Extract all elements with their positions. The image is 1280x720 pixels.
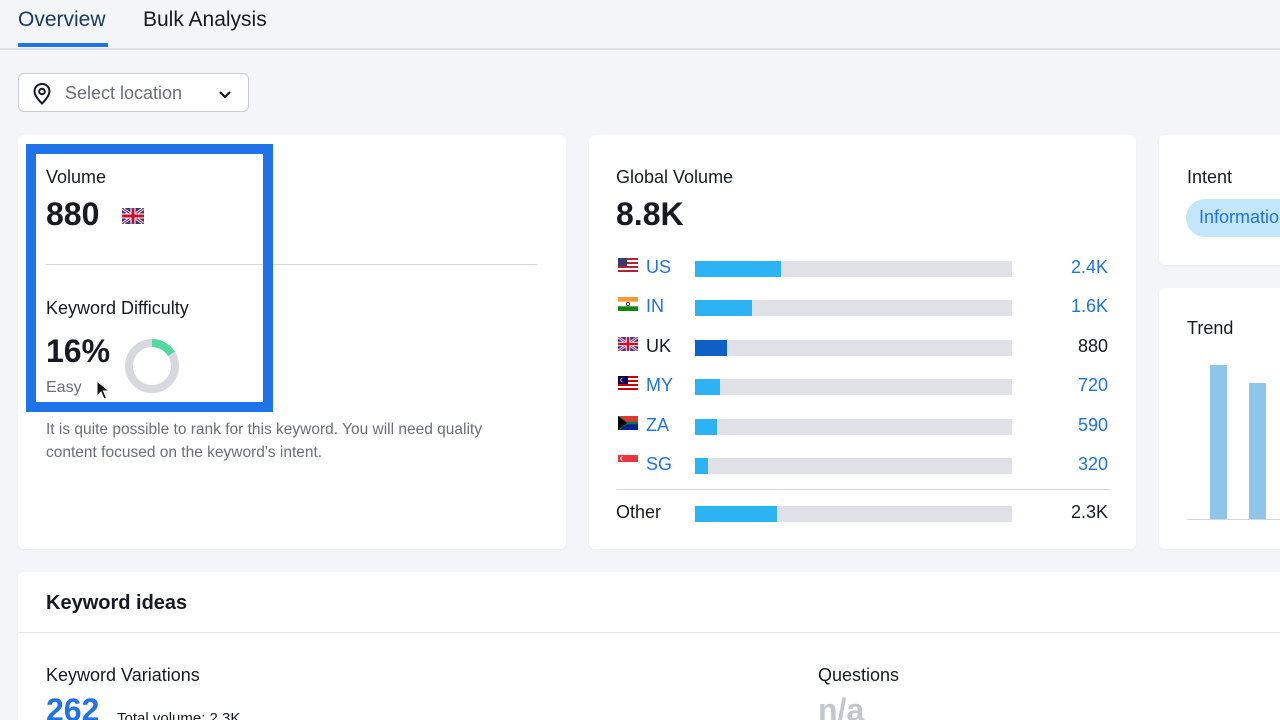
country-row-other: Other 2.3K — [616, 501, 1111, 525]
divider — [18, 632, 1280, 633]
india-flag-icon — [618, 297, 638, 316]
tab-overview[interactable]: Overview — [18, 8, 108, 47]
keyword-ideas-card: Keyword ideas Keyword Variations 262 Tot… — [18, 572, 1280, 720]
trend-baseline — [1187, 519, 1280, 520]
mouse-cursor-icon — [96, 379, 111, 405]
uk-flag-icon — [617, 335, 639, 356]
volume-kd-card: Volume 880 Keyword Difficulty 16% Easy I… — [18, 135, 566, 549]
global-volume-label: Global Volume — [616, 167, 734, 187]
trend-bar[interactable] — [1249, 383, 1266, 519]
kd-description: It is quite possible to rank for this ke… — [46, 421, 482, 461]
chevron-down-icon — [218, 87, 232, 105]
volume-value: 880 — [46, 196, 100, 232]
country-volume[interactable]: 720 — [1078, 375, 1108, 396]
location-pin-icon — [33, 82, 51, 110]
country-row-in[interactable]: IN 1.6K — [616, 295, 1111, 319]
tab-bar: Overview Bulk Analysis — [0, 0, 1280, 50]
keyword-variations-total: Total volume: 2.3K — [117, 710, 241, 720]
location-placeholder: Select location — [65, 83, 183, 103]
trend-card: Trend — [1159, 288, 1280, 549]
keyword-variations-value[interactable]: 262 — [46, 692, 99, 720]
country-row-uk[interactable]: UK 880 — [616, 335, 1111, 359]
volume-bar-track — [695, 458, 1012, 474]
intent-badge[interactable]: Informational — [1186, 199, 1280, 237]
volume-bar-track — [695, 506, 1012, 522]
uk-flag-icon — [121, 206, 145, 229]
location-select[interactable]: Select location — [18, 73, 249, 112]
intent-label: Intent — [1187, 167, 1233, 187]
other-label: Other — [616, 502, 662, 522]
country-code[interactable]: MY — [646, 375, 673, 396]
trend-label: Trend — [1187, 318, 1234, 338]
volume-bar-track — [695, 300, 1012, 316]
country-volume[interactable]: 320 — [1078, 454, 1108, 475]
other-volume: 2.3K — [1070, 502, 1108, 522]
volume-bar-track — [695, 419, 1012, 435]
divider — [46, 264, 537, 265]
keyword-ideas-title: Keyword ideas — [46, 592, 188, 614]
volume-bar-track — [695, 261, 1012, 277]
country-volume: 880 — [1077, 336, 1108, 356]
country-code[interactable]: SG — [646, 454, 672, 475]
south-africa-flag-icon — [617, 414, 638, 435]
intent-value: Informational — [1199, 207, 1280, 227]
volume-bar-fill — [695, 419, 717, 435]
country-code[interactable]: IN — [646, 296, 664, 317]
country-row-my[interactable]: MY 720 — [616, 374, 1111, 398]
volume-bar-fill — [695, 458, 708, 474]
us-flag-icon — [618, 258, 638, 277]
volume-bar-fill — [695, 300, 752, 316]
country-row-za[interactable]: ZA 590 — [616, 414, 1111, 438]
volume-bar-track — [695, 340, 1012, 356]
volume-bar-fill — [695, 340, 727, 356]
country-code: UK — [646, 336, 672, 356]
kd-value: 16% — [46, 333, 111, 369]
country-volume[interactable]: 1.6K — [1071, 296, 1108, 317]
kd-donut-chart — [122, 336, 182, 401]
country-row-us[interactable]: US 2.4K — [616, 256, 1111, 280]
questions-label: Questions — [818, 665, 900, 685]
country-row-sg[interactable]: SG 320 — [616, 453, 1111, 477]
kd-level-label: Easy — [46, 379, 82, 396]
country-code[interactable]: US — [646, 257, 671, 278]
country-volume[interactable]: 2.4K — [1071, 257, 1108, 278]
tab-bulk-analysis[interactable]: Bulk Analysis — [143, 8, 267, 32]
country-volume[interactable]: 590 — [1078, 415, 1108, 436]
volume-bar-fill — [695, 379, 720, 395]
questions-value: n/a — [818, 692, 865, 720]
volume-bar-fill — [695, 261, 781, 277]
global-volume-value: 8.8K — [616, 196, 684, 232]
malaysia-flag-icon — [618, 376, 638, 395]
singapore-flag-icon — [618, 455, 638, 474]
volume-bar-fill — [695, 506, 777, 522]
trend-bar[interactable] — [1210, 365, 1227, 519]
global-volume-card: Global Volume 8.8K US 2.4K IN 1.6K UK 88… — [589, 135, 1136, 549]
volume-label: Volume — [46, 167, 107, 187]
divider — [616, 489, 1111, 490]
country-code[interactable]: ZA — [646, 415, 669, 436]
intent-card: Intent Informational — [1159, 135, 1280, 265]
keyword-variations-label: Keyword Variations — [46, 665, 200, 685]
kd-label: Keyword Difficulty — [46, 298, 189, 318]
volume-bar-track — [695, 379, 1012, 395]
